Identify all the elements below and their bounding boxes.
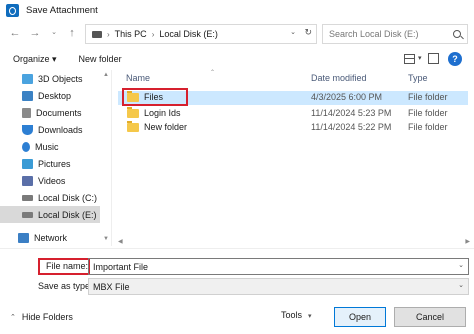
folder-icon	[127, 107, 139, 118]
sidebar-item-local-disk-e[interactable]: Local Disk (E:)	[0, 206, 100, 223]
this-pc-icon	[92, 30, 102, 38]
new-folder-button[interactable]: New folder	[79, 54, 122, 64]
title-bar: Save Attachment	[0, 0, 474, 20]
sidebar-item-videos[interactable]: Videos	[0, 172, 100, 189]
sidebar-item-label: Downloads	[38, 124, 83, 135]
file-type: File folder	[408, 122, 448, 132]
network-icon	[18, 232, 29, 243]
save-type-select[interactable]: MBX File ⌄	[88, 278, 469, 295]
hide-folders-label: Hide Folders	[21, 312, 73, 322]
documents-icon	[22, 107, 31, 118]
divider	[0, 248, 474, 249]
scroll-down-icon[interactable]: ▼	[103, 236, 109, 242]
sidebar-item-label: Music	[35, 141, 59, 152]
sidebar-scrollbar[interactable]: ▲ ▼	[103, 72, 110, 242]
file-name-input[interactable]: Important File ⌄	[88, 258, 469, 275]
pictures-icon	[22, 158, 33, 169]
help-icon[interactable]: ?	[448, 52, 462, 66]
file-row-new-folder[interactable]: New folder 11/14/2024 5:22 PM File folde…	[118, 121, 468, 135]
search-input[interactable]: Search Local Disk (E:)	[322, 24, 468, 44]
chevron-down-icon[interactable]: ▾	[418, 54, 422, 62]
file-date: 11/14/2024 5:22 PM	[311, 122, 392, 132]
sidebar-item-label: 3D Objects	[38, 73, 83, 84]
scroll-right-icon[interactable]: ▶	[465, 238, 470, 245]
file-type: File folder	[408, 92, 448, 102]
files-highlight-box	[122, 88, 188, 106]
preview-pane-icon[interactable]	[428, 53, 439, 64]
file-type: File folder	[408, 108, 448, 118]
horizontal-scrollbar[interactable]: ◀ ▶	[118, 238, 474, 246]
sidebar-item-label: Documents	[36, 107, 82, 118]
sidebar-item-music[interactable]: Music	[0, 138, 100, 155]
folder-icon	[127, 121, 139, 132]
open-button[interactable]: Open	[334, 307, 386, 327]
sidebar-item-label: Videos	[38, 175, 66, 186]
navigation-pane[interactable]: 3D Objects Desktop Documents Downloads M…	[0, 70, 112, 246]
save-type-label: Save as type:	[38, 281, 93, 291]
sidebar-item-label: Pictures	[38, 158, 71, 169]
chevron-right-icon: ›	[107, 29, 110, 39]
music-icon	[22, 141, 30, 152]
chevron-up-icon: ⌃	[10, 314, 16, 321]
recent-locations-icon[interactable]: ⌄	[47, 26, 61, 40]
sidebar-item-pictures[interactable]: Pictures	[0, 155, 100, 172]
hide-folders-button[interactable]: ⌃ Hide Folders	[10, 312, 73, 322]
desktop-icon	[22, 90, 33, 101]
search-placeholder: Search Local Disk (E:)	[329, 29, 419, 39]
save-type-value: MBX File	[93, 281, 130, 292]
view-options-icon[interactable]	[404, 54, 415, 64]
address-row: ← → ⌄ ↑ › This PC › Local Disk (E:) ⌄ ↻ …	[0, 22, 474, 46]
chevron-down-icon[interactable]: ⌄	[458, 261, 464, 269]
sidebar-item-label: Desktop	[38, 90, 72, 101]
column-header-type[interactable]: Type	[408, 70, 428, 86]
command-bar: Organize ▾ New folder ▾ ?	[0, 48, 474, 70]
dialog-footer: ⌃ Hide Folders Tools ▾ Open Cancel	[0, 302, 474, 334]
search-icon	[453, 30, 461, 38]
sidebar-item-desktop[interactable]: Desktop	[0, 87, 100, 104]
organize-button[interactable]: Organize ▾	[13, 54, 57, 65]
file-name-highlight-box	[38, 258, 90, 275]
3d-objects-icon	[22, 73, 33, 84]
scroll-up-icon[interactable]: ▲	[103, 72, 109, 78]
sidebar-item-network[interactable]: Network	[0, 229, 100, 246]
outlook-icon	[6, 3, 19, 17]
column-header-date[interactable]: Date modified	[311, 70, 367, 86]
up-arrow-icon[interactable]: ↑	[65, 26, 79, 40]
downloads-icon	[22, 124, 33, 135]
file-name: New folder	[144, 122, 188, 132]
scroll-left-icon[interactable]: ◀	[118, 238, 123, 245]
chevron-right-icon: ›	[151, 29, 155, 39]
sort-indicator-icon: ⌃	[210, 70, 216, 76]
tools-menu[interactable]: Tools ▾	[281, 310, 312, 320]
sidebar-item-3d-objects[interactable]: 3D Objects	[0, 70, 100, 87]
file-name-value: Important File	[93, 261, 149, 272]
file-date: 11/14/2024 5:23 PM	[311, 108, 392, 118]
file-name: Login Ids	[144, 108, 181, 118]
column-header-name[interactable]: Name	[126, 70, 150, 86]
chevron-down-icon[interactable]: ⌄	[458, 281, 464, 289]
chevron-down-icon: ▾	[308, 313, 312, 320]
back-arrow-icon[interactable]: ←	[8, 26, 22, 40]
chevron-down-icon[interactable]: ⌄	[290, 28, 296, 36]
sidebar-item-local-disk-c[interactable]: Local Disk (C:)	[0, 189, 100, 206]
address-bar[interactable]: › This PC › Local Disk (E:) ⌄ ↻	[85, 24, 317, 44]
breadcrumb-this-pc[interactable]: This PC	[115, 29, 147, 39]
sidebar-item-downloads[interactable]: Downloads	[0, 121, 100, 138]
tools-label: Tools	[281, 310, 303, 320]
forward-arrow-icon[interactable]: →	[28, 26, 42, 40]
drive-icon	[22, 194, 33, 201]
videos-icon	[22, 175, 33, 186]
breadcrumb-local-disk-e[interactable]: Local Disk (E:)	[159, 29, 218, 39]
sidebar-item-label: Local Disk (E:)	[38, 209, 97, 220]
sidebar-item-label: Local Disk (C:)	[38, 192, 98, 203]
drive-icon	[22, 211, 33, 218]
file-date: 4/3/2025 6:00 PM	[311, 92, 383, 102]
window-title: Save Attachment	[26, 4, 98, 16]
refresh-icon[interactable]: ↻	[304, 27, 312, 38]
sidebar-item-documents[interactable]: Documents	[0, 104, 100, 121]
sidebar-item-label: Network	[34, 232, 68, 243]
cancel-button[interactable]: Cancel	[394, 307, 466, 327]
file-row-login-ids[interactable]: Login Ids 11/14/2024 5:23 PM File folder	[118, 107, 468, 121]
